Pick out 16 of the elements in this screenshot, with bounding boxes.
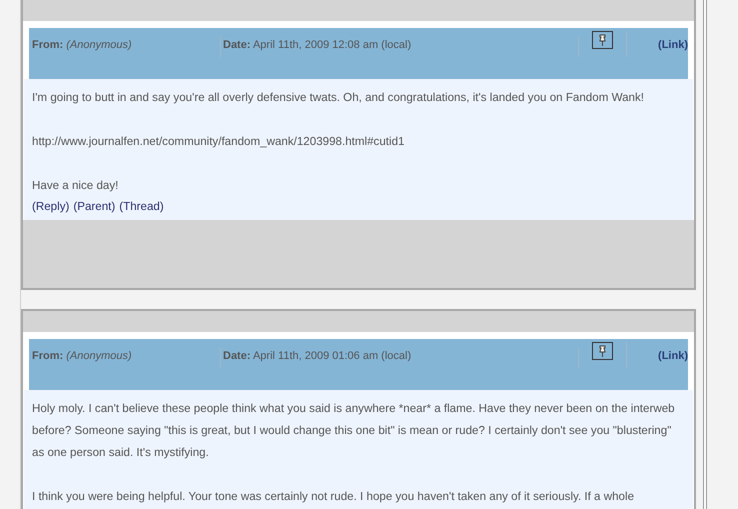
comment-text: http://www.journalfen.net/community/fandom_wank/1203998.html#cutid1 xyxy=(32,134,406,150)
from-label: From: (Anonymous) xyxy=(29,37,221,57)
comment-text: I'm going to butt in and say you're all overly defensive twats. Oh, and congratulations, it's landed you on Fandom Wank! xyxy=(32,90,646,106)
comment-action-link[interactable]: (Reply) xyxy=(32,196,70,218)
comment-text: I think you were being helpful. Your tone was certainly not rude. I hope you haven't taken any of it seriously. If a whole xyxy=(32,489,636,505)
comment-text: Holy moly. I can't believe these people think what you said is anywhere *near* a flame. Have they never been on the interweb before? Someone saying "this is great, but I would change this one bit" is mean or rude? I certainly don't see you "blustering" as one person said. It's mystifying. xyxy=(32,401,676,461)
from-label: From: (Anonymous) xyxy=(29,348,221,368)
comment-text: Have a nice day! xyxy=(32,178,120,194)
pushpin-icon[interactable] xyxy=(592,342,613,360)
date-label: Date: April 11th, 2009 01:06 am (local) xyxy=(221,348,579,368)
link[interactable]: (Link) xyxy=(658,37,688,54)
comment-action-link[interactable]: (Thread) xyxy=(119,196,164,218)
comment-action-link[interactable]: (Parent) xyxy=(73,196,116,218)
date-label: Date: April 11th, 2009 12:08 am (local) xyxy=(221,37,579,57)
pushpin-icon[interactable] xyxy=(592,31,613,49)
link[interactable]: (Link) xyxy=(658,348,688,364)
